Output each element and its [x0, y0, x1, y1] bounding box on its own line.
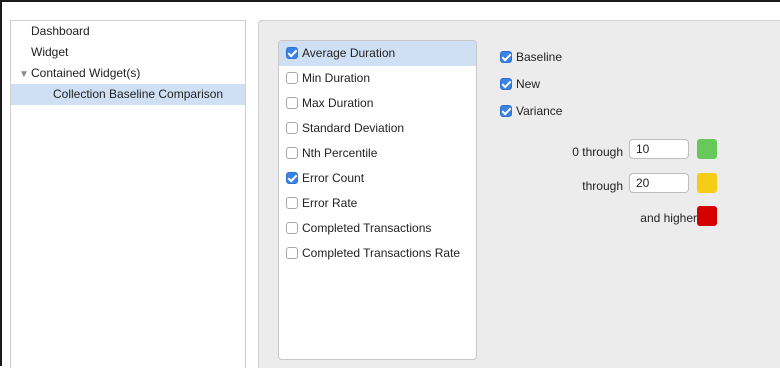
series-checkbox-group: Baseline New Variance [500, 47, 562, 128]
checkbox[interactable] [286, 72, 298, 84]
checkbox[interactable] [286, 222, 298, 234]
checkbox[interactable] [286, 247, 298, 259]
threshold-color-swatch-green[interactable] [697, 139, 717, 159]
threshold-row-mid: through [539, 173, 719, 207]
metric-item-max-duration[interactable]: Max Duration [279, 91, 476, 116]
metric-item-error-count[interactable]: Error Count [279, 166, 476, 191]
threshold-color-swatch-red[interactable] [697, 206, 717, 226]
metric-item-completed-transactions[interactable]: Completed Transactions [279, 216, 476, 241]
metric-label: Error Rate [302, 196, 358, 210]
threshold-color-swatch-yellow[interactable] [697, 173, 717, 193]
threshold-row-high: and higher [539, 206, 719, 241]
checkbox[interactable] [286, 122, 298, 134]
checkbox[interactable] [286, 197, 298, 209]
threshold-settings: 0 through through and higher [539, 139, 719, 241]
threshold-label: 0 through [572, 145, 623, 159]
threshold-mid-input[interactable] [629, 173, 689, 193]
threshold-low-input[interactable] [629, 139, 689, 159]
metric-label: Error Count [302, 171, 365, 185]
series-baseline[interactable]: Baseline [500, 47, 562, 74]
checkbox[interactable] [286, 172, 298, 184]
threshold-row-low: 0 through [539, 139, 719, 173]
disclosure-triangle-down-icon[interactable]: ▼ [19, 64, 31, 85]
metric-item-completed-transactions-rate[interactable]: Completed Transactions Rate [279, 241, 476, 266]
metric-label: Completed Transactions Rate [302, 246, 461, 260]
metric-label: Nth Percentile [302, 146, 378, 160]
tree-item-widget[interactable]: Widget [11, 42, 245, 63]
checkbox[interactable] [500, 78, 512, 90]
metric-item-standard-deviation[interactable]: Standard Deviation [279, 116, 476, 141]
tree-item-dashboard[interactable]: Dashboard [11, 21, 245, 42]
metric-item-average-duration[interactable]: Average Duration [279, 41, 476, 66]
metric-item-nth-percentile[interactable]: Nth Percentile [279, 141, 476, 166]
metric-list: Average Duration Min Duration Max Durati… [278, 40, 477, 360]
metric-item-error-rate[interactable]: Error Rate [279, 191, 476, 216]
metric-label: Standard Deviation [302, 121, 405, 135]
tree-item-label: Contained Widget(s) [31, 66, 141, 80]
checkbox[interactable] [286, 147, 298, 159]
threshold-label: and higher [640, 211, 697, 225]
series-variance[interactable]: Variance [500, 101, 562, 128]
metric-label: Average Duration [302, 46, 396, 60]
series-label: New [516, 77, 541, 91]
tree-item-contained-widgets[interactable]: ▼ Contained Widget(s) [11, 63, 245, 84]
checkbox[interactable] [500, 51, 512, 63]
widget-settings-panel: Average Duration Min Duration Max Durati… [258, 20, 780, 368]
tree-item-label: Dashboard [31, 24, 90, 38]
metric-label: Min Duration [302, 71, 371, 85]
checkbox[interactable] [500, 105, 512, 117]
threshold-label: through [582, 179, 623, 193]
metric-item-min-duration[interactable]: Min Duration [279, 66, 476, 91]
metric-label: Max Duration [302, 96, 374, 110]
tree-item-collection-baseline-comparison[interactable]: Collection Baseline Comparison [11, 84, 245, 105]
tree-item-label: Collection Baseline Comparison [53, 87, 224, 101]
tree-item-label: Widget [31, 45, 69, 59]
navigation-tree: Dashboard Widget ▼ Contained Widget(s) Co… [10, 20, 246, 368]
checkbox[interactable] [286, 97, 298, 109]
series-new[interactable]: New [500, 74, 562, 101]
checkbox[interactable] [286, 47, 298, 59]
series-label: Baseline [516, 50, 563, 64]
series-label: Variance [516, 104, 563, 118]
window-frame: Dashboard Widget ▼ Contained Widget(s) Co… [0, 0, 780, 368]
metric-label: Completed Transactions [302, 221, 432, 235]
